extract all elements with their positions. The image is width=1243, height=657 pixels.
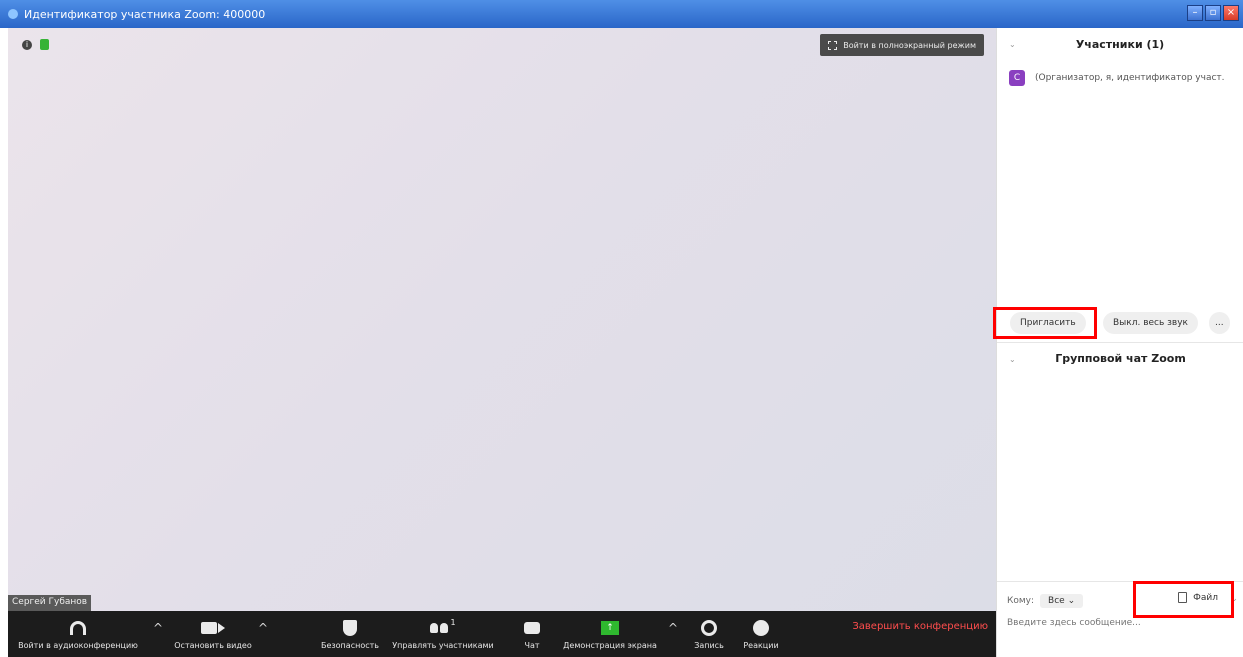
- share-screen-label: Демонстрация экрана: [563, 641, 657, 650]
- close-button[interactable]: ×: [1223, 5, 1239, 21]
- more-options-button[interactable]: ...: [1209, 312, 1230, 334]
- participants-title: Участники (1): [1075, 37, 1165, 51]
- chat-label: Чат: [524, 641, 540, 650]
- collapse-participants-icon[interactable]: ⌄: [1009, 40, 1016, 49]
- reactions-label: Реакции: [743, 641, 779, 650]
- participant-list-item[interactable]: С (Организатор, я, идентификатор участ..…: [1009, 70, 1225, 86]
- reactions-icon: [753, 620, 769, 636]
- maximize-button[interactable]: ▫: [1205, 5, 1221, 21]
- invite-highlight-box: [993, 307, 1097, 339]
- window-controls: – ▫ ×: [1187, 5, 1239, 21]
- record-label: Запись: [694, 641, 724, 650]
- encryption-lock-icon[interactable]: [40, 39, 49, 50]
- avatar: С: [1009, 70, 1025, 86]
- camera-lens-icon: [218, 623, 225, 633]
- chat-header: ⌄ Групповой чат Zoom: [997, 342, 1243, 374]
- fullscreen-icon: [828, 40, 838, 50]
- zoom-app-icon: [8, 9, 18, 19]
- window-title: Идентификатор участника Zoom: 400000: [24, 7, 266, 21]
- enter-fullscreen-button[interactable]: Войти в полноэкранный режим: [820, 34, 984, 56]
- stop-video-button[interactable]: Остановить видео: [168, 611, 258, 657]
- record-button[interactable]: Запись: [688, 611, 730, 657]
- collapse-chat-icon[interactable]: ⌄: [1009, 355, 1016, 364]
- meeting-status-icons: i: [22, 39, 49, 50]
- recipient-row: Кому: Все ⌄: [1007, 594, 1084, 608]
- info-icon[interactable]: i: [22, 39, 32, 50]
- chat-icon: [524, 622, 540, 634]
- minimize-button[interactable]: –: [1187, 5, 1203, 21]
- audio-options-caret[interactable]: ^: [153, 621, 163, 635]
- security-label: Безопасность: [321, 641, 379, 650]
- window-title-bar: Идентификатор участника Zoom: 400000 – ▫…: [0, 0, 1243, 28]
- record-icon: [701, 620, 717, 636]
- camera-icon: [201, 622, 217, 634]
- chat-button[interactable]: Чат: [515, 611, 549, 657]
- stop-video-label: Остановить видео: [174, 641, 252, 650]
- reactions-button[interactable]: Реакции: [738, 611, 784, 657]
- shield-icon: [343, 620, 357, 636]
- file-highlight-box: [1133, 581, 1234, 618]
- share-options-caret[interactable]: ^: [668, 621, 678, 635]
- recipient-select[interactable]: Все ⌄: [1040, 594, 1084, 608]
- end-meeting-button[interactable]: Завершить конференцию: [852, 621, 988, 632]
- video-options-caret[interactable]: ^: [258, 621, 268, 635]
- meeting-toolbar: Войти в аудиоконференцию ^ Остановить ви…: [8, 611, 996, 657]
- to-label: Кому:: [1007, 596, 1035, 606]
- chat-message-input[interactable]: [1007, 618, 1227, 628]
- side-panel: ⌄ Участники (1) С (Организатор, я, идент…: [993, 28, 1243, 657]
- mute-all-button[interactable]: Выкл. весь звук: [1103, 312, 1198, 334]
- chat-title: Групповой чат Zoom: [1055, 352, 1186, 365]
- share-screen-icon: ↑: [601, 621, 619, 635]
- share-screen-button[interactable]: ↑ Демонстрация экрана: [560, 611, 660, 657]
- manage-participants-button[interactable]: 1 Управлять участниками: [383, 611, 503, 657]
- join-audio-label: Войти в аудиоконференцию: [18, 641, 138, 650]
- video-area: i Войти в полноэкранный режим Сергей Губ…: [8, 28, 996, 611]
- headphones-icon: [70, 621, 86, 635]
- participant-name-tag: Сергей Губанов: [8, 595, 92, 611]
- security-button[interactable]: Безопасность: [320, 611, 380, 657]
- participants-icon: [430, 623, 449, 633]
- fullscreen-label: Войти в полноэкранный режим: [843, 40, 976, 50]
- participants-count: 1: [450, 618, 456, 627]
- join-audio-button[interactable]: Войти в аудиоконференцию: [8, 611, 148, 657]
- manage-participants-label: Управлять участниками: [392, 641, 494, 650]
- participant-name: (Организатор, я, идентификатор участ...: [1035, 73, 1225, 83]
- participants-header: ⌄ Участники (1): [997, 28, 1243, 60]
